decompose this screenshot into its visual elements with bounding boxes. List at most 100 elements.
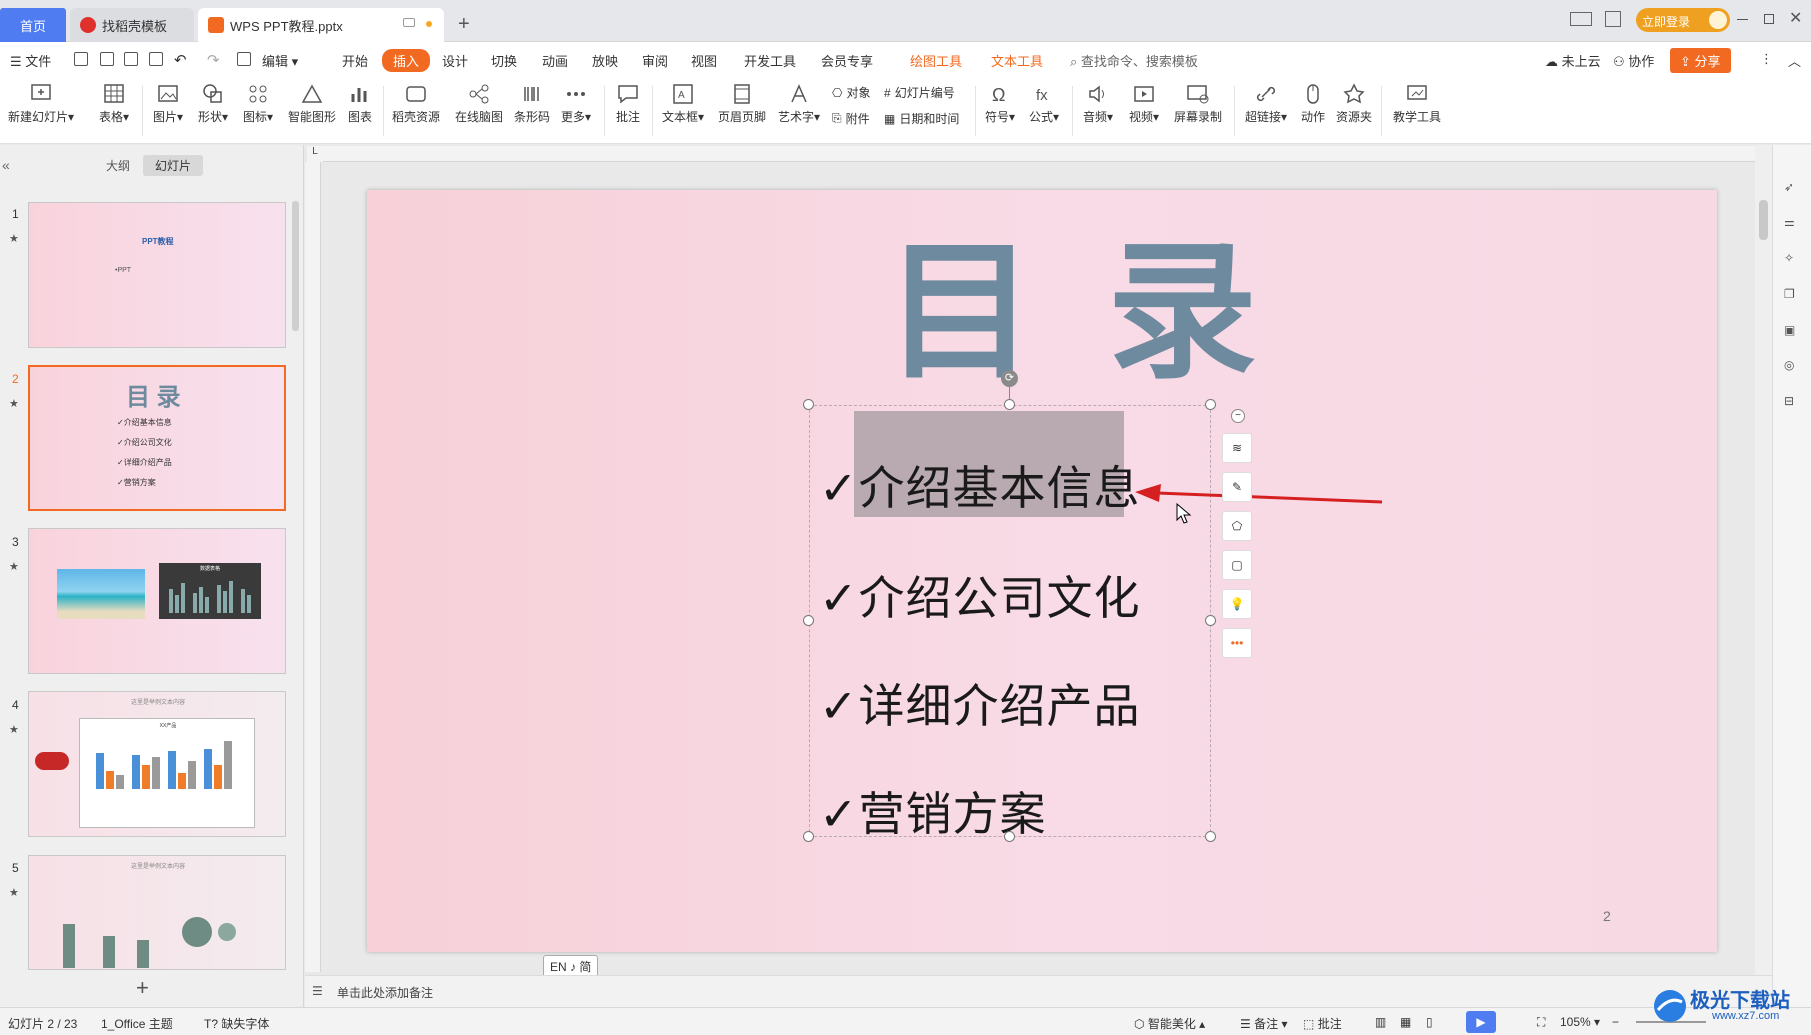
rotate-handle-icon[interactable]: ⟳ — [1001, 370, 1018, 387]
menu-insert[interactable]: 插入 — [382, 49, 431, 72]
menu-developer[interactable]: 开发工具 — [744, 51, 796, 70]
slide-thumbnail-5[interactable]: 这里是举例文本内容 — [28, 855, 286, 970]
resize-handle[interactable] — [1004, 831, 1015, 842]
undo-icon[interactable]: ↶ — [174, 51, 187, 69]
mindmap-button[interactable]: 在线脑图 — [453, 82, 505, 125]
share-button[interactable]: ⇪ 分享 — [1670, 48, 1731, 73]
normal-view-icon[interactable]: ▥ — [1375, 1015, 1386, 1029]
barcode-button[interactable]: 条形码 — [512, 82, 552, 125]
table-button[interactable]: 表格▾ — [96, 82, 132, 125]
resize-handle[interactable] — [1205, 399, 1216, 410]
border-icon[interactable]: ▢ — [1222, 550, 1252, 580]
image-tool-icon[interactable]: ▣ — [1784, 323, 1802, 341]
minimize-icon[interactable] — [1737, 19, 1748, 20]
layers-icon[interactable]: ≋ — [1222, 433, 1252, 463]
smartart-button[interactable]: 智能图形 — [286, 82, 338, 125]
audio-button[interactable]: 音频▾ — [1080, 82, 1116, 125]
globe-icon[interactable]: ◎ — [1784, 358, 1802, 376]
login-button[interactable]: 立即登录 — [1636, 8, 1730, 32]
file-menu[interactable]: ☰ 文件 — [10, 51, 51, 70]
picture-button[interactable]: 图片▾ — [150, 82, 186, 125]
menu-view[interactable]: 视图 — [691, 51, 717, 70]
redo-icon[interactable]: ↷ — [207, 51, 220, 69]
bullet-item-1[interactable]: ✓介绍基本信息 — [819, 452, 1141, 518]
resources-button[interactable]: 稻壳资源 — [390, 82, 442, 125]
collapse-ribbon-icon[interactable]: ︿ — [1788, 51, 1801, 70]
wordart-button[interactable]: 艺术字▾ — [775, 82, 823, 125]
sorter-view-icon[interactable]: ▦ — [1400, 1015, 1411, 1029]
export-pdf-icon[interactable] — [100, 52, 114, 66]
rocket-icon[interactable]: ➶ — [1784, 180, 1802, 198]
bullet-item-2[interactable]: ✓介绍公司文化 — [819, 562, 1141, 628]
fill-bucket-icon[interactable]: ⬠ — [1222, 511, 1252, 541]
formula-button[interactable]: fx 公式▾ — [1026, 82, 1062, 125]
cloud-status[interactable]: ☁ 未上云 — [1545, 51, 1601, 70]
hyperlink-button[interactable]: 超链接▾ — [1242, 82, 1290, 125]
tab-home[interactable]: 首页 — [0, 8, 66, 42]
lightbulb-icon[interactable]: 💡 — [1222, 589, 1252, 619]
panel-scrollbar[interactable] — [292, 201, 299, 331]
menu-design[interactable]: 设计 — [442, 51, 468, 70]
more-tools-icon[interactable]: ••• — [1222, 628, 1252, 658]
slides-icon[interactable]: ❐ — [1784, 287, 1802, 305]
slide-thumbnail-2[interactable]: 目 录 ✓介绍基本信息 ✓介绍公司文化 ✓详细介绍产品 ✓营销方案 — [28, 365, 286, 511]
tab-document[interactable]: WPS PPT教程.pptx — [198, 8, 444, 42]
sliders-icon[interactable]: ⚌ — [1784, 215, 1802, 233]
icon-button[interactable]: 图标▾ — [240, 82, 276, 125]
fit-window-icon[interactable]: ⛶ — [1537, 1015, 1545, 1030]
chart-button[interactable]: 图表 — [344, 82, 376, 125]
bullet-item-3[interactable]: ✓详细介绍产品 — [819, 670, 1141, 736]
tab-slides[interactable]: 幻灯片 — [143, 155, 204, 176]
teach-tools-button[interactable]: 教学工具 — [1390, 82, 1444, 125]
menu-review[interactable]: 审阅 — [642, 51, 668, 70]
resize-handle[interactable] — [803, 615, 814, 626]
more-button[interactable]: 更多▾ — [558, 82, 594, 125]
slide-thumbnail-1[interactable]: PPT教程 •PPT — [28, 202, 286, 348]
datetime-button[interactable]: ▦ 日期和时间 — [884, 110, 959, 127]
format-painter-icon[interactable] — [237, 52, 251, 66]
tab-outline[interactable]: 大纲 — [106, 157, 130, 174]
print-icon[interactable] — [124, 52, 138, 66]
screen-record-button[interactable]: 屏幕录制 — [1171, 82, 1225, 125]
new-tab-plus-icon[interactable]: + — [458, 13, 470, 36]
resize-handle[interactable] — [803, 399, 814, 410]
vertical-ruler[interactable] — [305, 162, 321, 972]
scroll-thumb[interactable] — [1759, 200, 1768, 240]
comments-toggle[interactable]: ⬚ 批注 — [1303, 1015, 1342, 1032]
grid-icon[interactable] — [1605, 11, 1621, 27]
horizontal-ruler[interactable] — [323, 146, 1756, 162]
slide-canvas[interactable]: 目 录 ✓介绍基本信息 ✓介绍公司文化 ✓详细介绍产品 ✓营销方案 ⟳ 2 — [367, 190, 1717, 952]
theme-name[interactable]: 1_Office 主题 — [101, 1015, 173, 1032]
header-footer-button[interactable]: 页眉页脚 — [716, 82, 768, 125]
reading-view-icon[interactable]: ▯ — [1426, 1015, 1433, 1029]
resize-handle[interactable] — [1004, 399, 1015, 410]
resource-folder-button[interactable]: 资源夹 — [1334, 82, 1374, 125]
comment-button[interactable]: 批注 — [611, 82, 645, 125]
pin-icon[interactable]: ✧ — [1784, 251, 1802, 269]
menu-transition[interactable]: 切换 — [491, 51, 517, 70]
menu-slideshow[interactable]: 放映 — [592, 51, 618, 70]
zoom-out-icon[interactable]: − — [1612, 1015, 1619, 1029]
tab-stop-icon[interactable]: L — [307, 146, 323, 162]
screen-icon[interactable] — [403, 18, 415, 27]
action-button[interactable]: 动作 — [1296, 82, 1330, 125]
collapse-toolbar-icon[interactable]: − — [1231, 409, 1245, 423]
maximize-icon[interactable] — [1764, 14, 1774, 24]
edit-menu[interactable]: 编辑 ▾ — [262, 51, 298, 70]
textbox-button[interactable]: A 文本框▾ — [659, 82, 707, 125]
pen-icon[interactable]: ✎ — [1222, 472, 1252, 502]
menu-text-tools[interactable]: 文本工具 — [991, 51, 1043, 70]
resize-handle[interactable] — [1205, 615, 1216, 626]
notes-toggle[interactable]: ☰ 备注 ▾ — [1240, 1015, 1287, 1032]
more-options-icon[interactable]: ⋮ — [1760, 51, 1773, 67]
menu-start[interactable]: 开始 — [342, 51, 368, 70]
attachment-button[interactable]: ⎘ 附件 — [832, 110, 870, 127]
object-button[interactable]: ⎔ 对象 — [832, 84, 871, 101]
menu-member[interactable]: 会员专享 — [821, 51, 873, 70]
play-slideshow-button[interactable]: ▶ — [1466, 1011, 1496, 1033]
command-search[interactable]: ⌕ 查找命令、搜索模板 — [1070, 51, 1198, 70]
missing-font-button[interactable]: T? 缺失字体 — [204, 1015, 269, 1032]
slide-thumbnail-4[interactable]: 这里是举例文本内容 XX产品 — [28, 691, 286, 837]
add-slide-button[interactable]: + — [136, 975, 149, 1001]
symbol-button[interactable]: Ω 符号▾ — [982, 82, 1018, 125]
